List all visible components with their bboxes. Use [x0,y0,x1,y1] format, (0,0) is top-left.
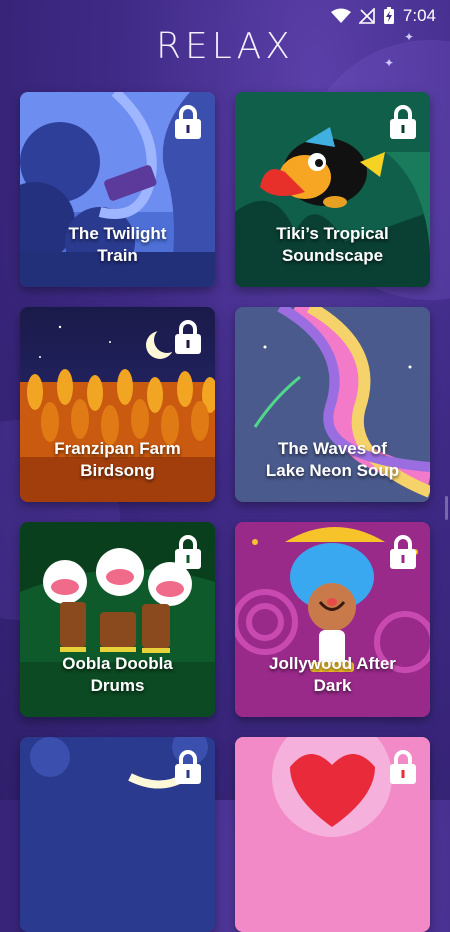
lock-icon [390,535,416,569]
lock-icon [175,535,201,569]
lock-icon [390,105,416,139]
card-title: The Twilight Train [68,224,167,265]
card-tikis-tropical-soundscape[interactable]: Tiki’s Tropical Soundscape [235,92,430,287]
lock-icon [175,105,201,139]
card-twilight-train[interactable]: The Twilight Train [20,92,215,287]
lock-icon [175,320,201,354]
card-waves-of-lake-neon-soup[interactable]: The Waves of Lake Neon Soup [235,307,430,502]
no-signal-icon [358,8,375,24]
card-partial-7[interactable] [20,737,215,932]
battery-charging-icon [383,7,394,24]
sparkle-icon: ✦ [404,30,415,44]
card-franzipan-farm-birdsong[interactable]: Franzipan Farm Birdsong [20,307,215,502]
card-title: Franzipan Farm Birdsong [54,439,181,480]
status-time: 7:04 [402,6,436,25]
lock-icon [175,750,201,784]
wifi-icon [330,8,351,23]
scrollbar[interactable] [445,496,448,520]
sparkle-icon: ✦ [384,56,395,70]
card-title: Jollywood After Dark [269,654,396,695]
card-oobla-doobla-drums[interactable]: Oobla Doobla Drums [20,522,215,717]
card-partial-8[interactable] [235,737,430,932]
card-title: Oobla Doobla Drums [62,654,173,695]
card-title: The Waves of Lake Neon Soup [265,439,400,480]
lock-icon [390,750,416,784]
card-jollywood-after-dark[interactable]: Jollywood After Dark [235,522,430,717]
page-title: RELAX [156,26,294,67]
card-title: Tiki’s Tropical Soundscape [276,224,389,265]
